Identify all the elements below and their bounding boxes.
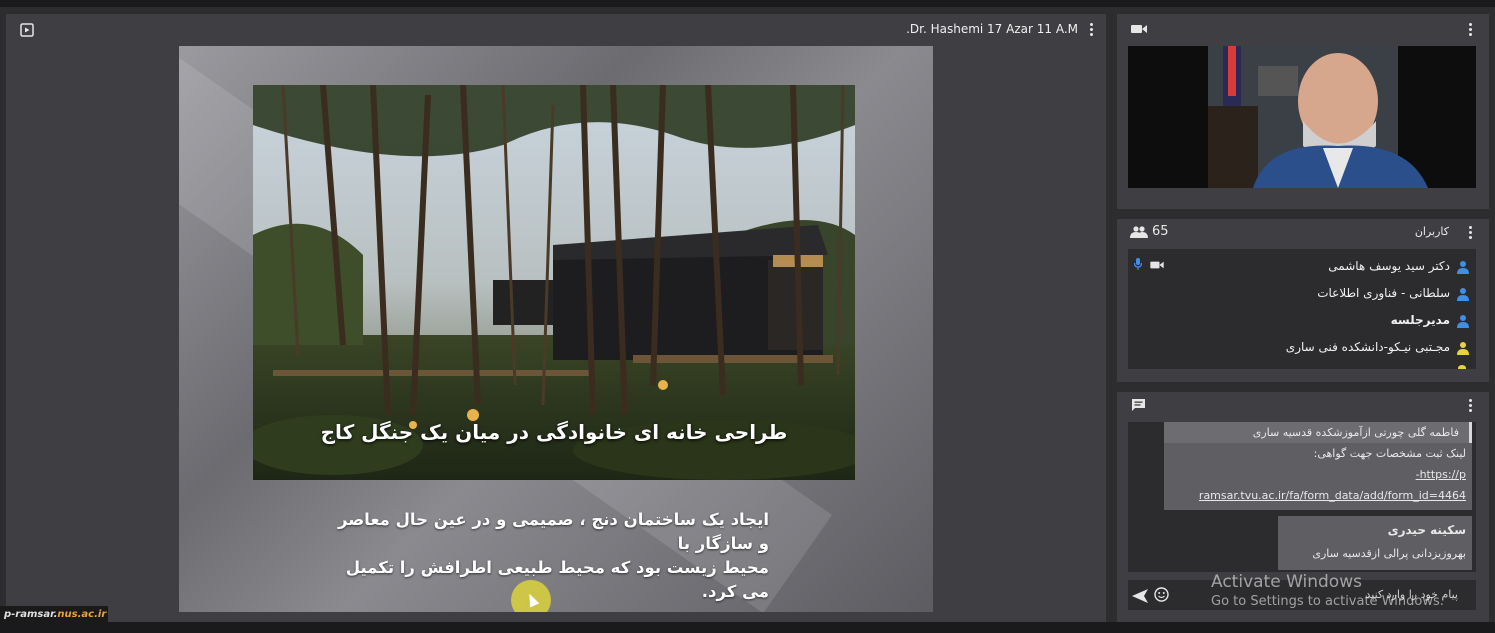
chat-message: سکینه حیدری بهروزیزدانی پرالی ازقدسیه سا…	[1278, 516, 1472, 570]
bottom-bar	[0, 622, 1495, 633]
user-icon	[1457, 314, 1469, 328]
users-count: 65	[1130, 224, 1169, 239]
chat-menu-icon[interactable]	[1469, 399, 1473, 414]
users-panel-title: کاربران	[1414, 225, 1449, 238]
webcam-video	[1128, 46, 1476, 188]
user-name: مجـتبی نیـکو-دانشکده فنی ساری	[1285, 340, 1450, 354]
chat-message-author: فاطمه گلی چورتی ازآموزشکده قدسیه ساری	[1164, 422, 1472, 443]
smiley-icon[interactable]	[1154, 587, 1169, 606]
screen-share-icon[interactable]	[20, 23, 34, 41]
slide-body-text: ایجاد یک ساختمان دنج ، صمیمی و در عین حا…	[329, 508, 769, 604]
chat-message-text: بهروزیزدانی پرالی ازقدسیه ساری	[1312, 547, 1466, 560]
chat-link[interactable]: ramsar.tvu.ac.ir/fa/form_data/add/form_i…	[1170, 485, 1466, 506]
user-icon	[1457, 341, 1469, 355]
user-name: دکتر سید یوسف هاشمی	[1328, 259, 1450, 273]
presenter-label: .Dr. Hashemi 17 Azar 11 A.M	[906, 22, 1078, 36]
webcam-panel	[1117, 14, 1489, 209]
chat-message: فاطمه گلی چورتی ازآموزشکده قدسیه ساری لی…	[1164, 422, 1472, 510]
slide-title: طراحی خانه ای خانوادگی در میان یک جنگل ک…	[320, 420, 788, 444]
chat-input[interactable]: پیام خود را وارد کنید	[1128, 580, 1476, 610]
users-panel: 65 کاربران دکتر سید یوسف هاشمی سلطانی - …	[1117, 219, 1489, 382]
presentation-panel: .Dr. Hashemi 17 Azar 11 A.M طراحی خانه ا…	[6, 14, 1106, 622]
chat-message-author: سکینه حیدری	[1387, 523, 1466, 537]
user-row[interactable]: دکتر سید یوسف هاشمی	[1130, 256, 1470, 276]
user-name: سلطانی - فناوری اطلاعات	[1317, 286, 1450, 300]
slide-photo: طراحی خانه ای خانوادگی در میان یک جنگل ک…	[253, 85, 855, 480]
chat-bubble-icon[interactable]	[1131, 398, 1146, 416]
video-camera-icon[interactable]	[1131, 23, 1147, 39]
chat-message-text: لینک ثبت مشخصات جهت گواهی:	[1313, 447, 1466, 460]
chat-input-placeholder: پیام خود را وارد کنید	[1365, 588, 1458, 601]
users-menu-icon[interactable]	[1469, 226, 1473, 241]
presentation-menu-icon[interactable]	[1090, 23, 1094, 38]
user-icon	[1458, 365, 1466, 369]
chat-link[interactable]: https://p-	[1170, 464, 1466, 485]
people-icon	[1130, 225, 1148, 238]
microphone-icon	[1133, 256, 1143, 276]
send-icon[interactable]	[1132, 588, 1148, 607]
video-on-icon	[1150, 256, 1164, 276]
users-count-value: 65	[1152, 224, 1169, 239]
user-name: مدیرجلسه	[1390, 313, 1450, 327]
slide-body-line-1: ایجاد یک ساختمان دنج ، صمیمی و در عین حا…	[337, 510, 769, 553]
user-row[interactable]: مجـتبی نیـکو-دانشکده فنی ساری	[1130, 337, 1470, 357]
chat-panel: فاطمه گلی چورتی ازآموزشکده قدسیه ساری لی…	[1117, 392, 1489, 622]
user-row[interactable]: مدیرجلسه	[1130, 310, 1470, 330]
user-icon	[1457, 287, 1469, 301]
chat-messages: فاطمه گلی چورتی ازآموزشکده قدسیه ساری لی…	[1128, 422, 1476, 572]
user-icon	[1457, 260, 1469, 274]
site-watermark: p-ramsar.nus.ac.ir	[0, 606, 108, 624]
user-row[interactable]: سلطانی - فناوری اطلاعات	[1130, 283, 1470, 303]
webcam-menu-icon[interactable]	[1469, 23, 1473, 38]
top-bar	[0, 0, 1495, 7]
presentation-slide: طراحی خانه ای خانوادگی در میان یک جنگل ک…	[179, 46, 933, 612]
user-list: دکتر سید یوسف هاشمی سلطانی - فناوری اطلا…	[1128, 249, 1476, 369]
